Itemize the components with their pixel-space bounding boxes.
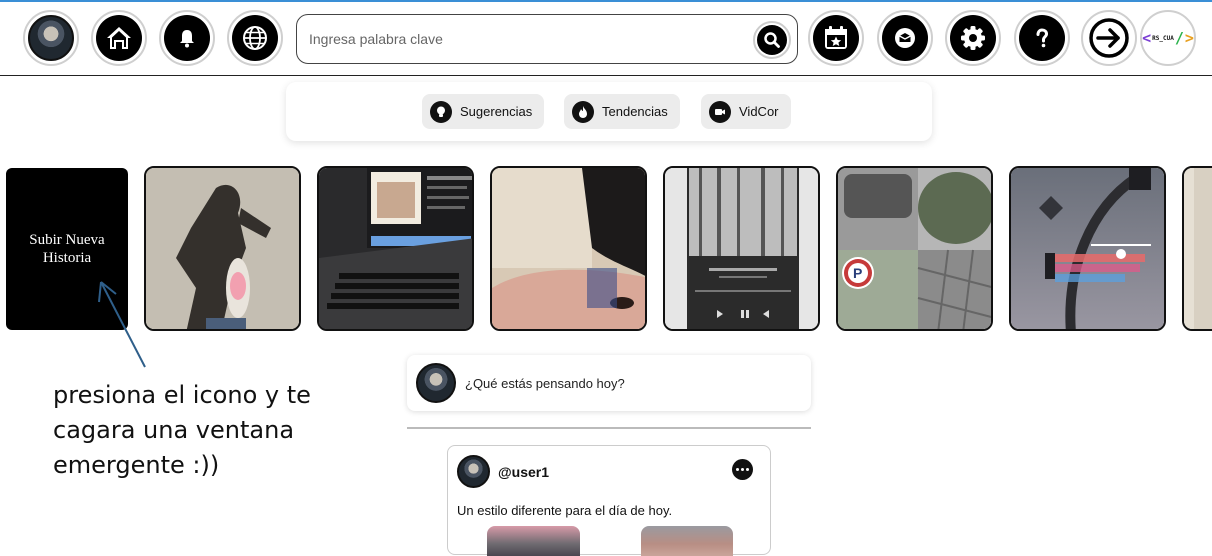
calendar-star-icon [813,15,859,61]
post-card: @user1 Un estilo diferente para el día d… [447,445,771,556]
story-item[interactable] [1009,166,1166,331]
search-button[interactable] [753,21,791,59]
logo-left-bracket-icon: < [1142,29,1152,47]
post-username[interactable]: @user1 [498,464,549,480]
tab-vidcor[interactable]: VidCor [701,94,791,129]
tab-sugerencias[interactable]: Sugerencias [422,94,545,129]
logo-tag: RS_CUA [1152,34,1174,42]
search-icon [757,25,787,55]
avatar [416,363,456,403]
logo-right-bracket-icon: > [1184,29,1194,47]
search-input[interactable] [309,28,729,50]
logo-button[interactable]: < RS_CUA / > [1140,10,1196,66]
story-item[interactable] [1182,166,1212,331]
top-navigation-bar: < RS_CUA / > [0,0,1212,76]
story-thumbnail [319,168,472,329]
logo-slash-icon: / [1174,29,1184,47]
home-button[interactable] [91,10,147,66]
post-image[interactable] [641,526,733,556]
svg-text:P: P [853,265,862,281]
help-button[interactable] [1014,10,1070,66]
logo: < RS_CUA / > [1142,15,1194,61]
feed-tabs: Sugerencias Tendencias VidCor [286,82,932,141]
settings-button[interactable] [945,10,1001,66]
envelope-icon [882,15,928,61]
story-thumbnail [665,168,818,329]
globe-icon [232,15,278,61]
avatar [28,15,74,61]
logout-arrow-icon [1086,15,1132,61]
events-button[interactable] [808,10,864,66]
lightbulb-icon [430,100,452,123]
gear-icon [950,15,996,61]
story-thumbnail [492,168,645,329]
post-text: Un estilo diferente para el día de hoy. [457,503,673,518]
annotation-arrow-icon [98,281,146,368]
notifications-button[interactable] [159,10,215,66]
flame-icon [572,100,594,123]
tab-label: VidCor [739,104,779,119]
annotation-text: presiona el icono y te cagara una ventan… [53,381,311,479]
story-item[interactable] [490,166,647,331]
question-icon [1019,15,1065,61]
post-image[interactable] [487,526,580,556]
story-thumbnail: P [838,168,991,329]
messages-button[interactable] [877,10,933,66]
divider [407,427,811,429]
story-thumbnail [146,168,299,329]
globe-button[interactable] [227,10,283,66]
tab-label: Tendencias [602,104,668,119]
logout-button[interactable] [1081,10,1137,66]
story-item[interactable] [317,166,474,331]
composer-placeholder: ¿Qué estás pensando hoy? [465,375,625,391]
story-thumbnail [1184,168,1212,329]
search-bar [296,14,798,64]
story-item[interactable] [144,166,301,331]
home-icon [96,15,142,61]
video-camera-icon [709,100,731,123]
tab-tendencias[interactable]: Tendencias [564,94,680,129]
upload-story-label: Subir Nueva Historia [29,232,105,266]
tab-label: Sugerencias [460,104,533,119]
story-item[interactable] [663,166,820,331]
profile-avatar-button[interactable] [23,10,79,66]
avatar[interactable] [457,455,490,488]
bell-icon [164,15,210,61]
post-composer[interactable]: ¿Qué estás pensando hoy? [407,355,811,411]
more-options-icon[interactable] [732,459,753,480]
stories-row: Subir Nueva Historia P [0,166,1212,332]
story-item[interactable]: P [836,166,993,331]
story-thumbnail [1011,168,1164,329]
